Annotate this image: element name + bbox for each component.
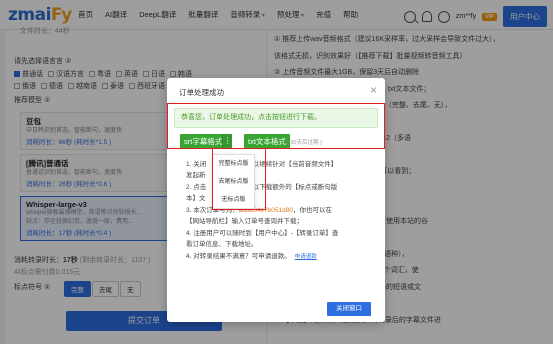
success-message: 恭喜您，订单处理成功，点击按钮进行下载。 [174, 108, 378, 128]
order-success-modal: 订单处理成功 × 恭喜您，订单处理成功，点击按钮进行下载。 srt字幕格式 ⋮ … [167, 78, 385, 322]
download-txt-button[interactable]: txt文本格式 [244, 134, 290, 149]
expire-note: ( 30天后过期 ) [287, 140, 322, 146]
step-4: 4. 注册用户可以随时到【用户中心】-【转录订单】查 看订单信息、下载地址。 [186, 230, 339, 248]
refund-link[interactable]: 申请退款 [295, 254, 317, 260]
srt-dropdown-toggle[interactable]: ⋮ [222, 134, 232, 149]
step-5: 4. 对转录结果不满意？可申请退款。 申请退款 [186, 253, 317, 260]
dropdown-item-none[interactable]: 无标点版 [213, 191, 254, 209]
dropdown-item-trim[interactable]: 去尾标点版 [213, 173, 254, 191]
punct-version-dropdown: 完整标点版 去尾标点版 无标点版 [212, 154, 255, 209]
download-srt-button[interactable]: srt字幕格式 [180, 134, 227, 149]
modal-title: 订单处理成功 [179, 88, 224, 97]
close-window-button[interactable]: 关闭窗口 [327, 302, 371, 316]
close-icon[interactable]: × [370, 83, 377, 97]
dropdown-item-full[interactable]: 完整标点版 [213, 155, 254, 173]
step-3: 3. 本次订单号为：aud634e7b051d80，你也可以在 【网站导航栏】输入… [186, 207, 332, 225]
